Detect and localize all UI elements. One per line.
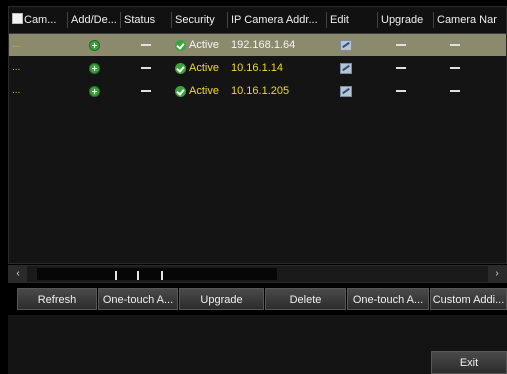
status-dash: [141, 67, 151, 70]
security-cell: Active: [172, 57, 227, 79]
security-cell: Active: [172, 80, 227, 102]
add-camera-icon[interactable]: [88, 85, 100, 97]
scroll-tick: [161, 271, 163, 280]
edit-icon[interactable]: [340, 62, 352, 74]
header-camera[interactable]: Cam...: [9, 7, 67, 33]
add-camera-icon[interactable]: [88, 62, 100, 74]
scroll-right-button[interactable]: ›: [488, 266, 506, 282]
upgrade-dash: [396, 67, 406, 70]
check-circle-icon: [175, 62, 186, 74]
scroll-tick: [115, 271, 117, 280]
horizontal-scrollbar[interactable]: ‹ ›: [8, 265, 507, 283]
ip-address-cell: 192.168.1.64: [231, 39, 296, 51]
camera-name-dash: [450, 67, 460, 70]
table-row[interactable]: ... Active 10.16.1.205: [9, 80, 506, 102]
header-edit[interactable]: Edit: [327, 7, 377, 33]
header-security[interactable]: Security: [172, 7, 227, 33]
table-row[interactable]: ... Active 10.16.1.14: [9, 57, 506, 79]
edit-icon[interactable]: [340, 85, 352, 97]
header-add-delete[interactable]: Add/De...: [68, 7, 120, 33]
upgrade-dash: [396, 44, 406, 47]
upgrade-button[interactable]: Upgrade: [179, 288, 264, 310]
upgrade-dash: [396, 90, 406, 93]
camera-cell: ...: [12, 39, 21, 50]
refresh-button[interactable]: Refresh: [17, 288, 97, 310]
custom-add-button[interactable]: Custom Addi...: [430, 288, 507, 310]
header-upgrade[interactable]: Upgrade: [378, 7, 433, 33]
select-all-checkbox[interactable]: [12, 13, 23, 24]
check-circle-icon: [175, 39, 186, 51]
check-circle-icon: [175, 85, 186, 97]
scroll-left-button[interactable]: ‹: [9, 266, 27, 282]
edit-icon[interactable]: [340, 39, 352, 51]
header-ip-address[interactable]: IP Camera Addr...: [228, 7, 326, 33]
header-camera-name[interactable]: Camera Nar: [434, 7, 506, 33]
ip-address-cell: 10.16.1.14: [231, 62, 283, 74]
camera-cell: ...: [12, 62, 21, 73]
camera-name-dash: [450, 90, 460, 93]
camera-cell: ...: [12, 85, 21, 96]
add-camera-icon[interactable]: [88, 39, 100, 51]
table-row[interactable]: ... Active 192.168.1.64: [9, 34, 506, 56]
delete-button[interactable]: Delete: [265, 288, 346, 310]
camera-table: Cam... Add/De... Status Security IP Came…: [8, 6, 507, 264]
table-header: Cam... Add/De... Status Security IP Came…: [9, 7, 506, 34]
scroll-tick: [137, 271, 139, 280]
scroll-track[interactable]: [37, 268, 277, 280]
camera-name-dash: [450, 44, 460, 47]
ip-address-cell: 10.16.1.205: [231, 85, 290, 97]
exit-button[interactable]: Exit: [431, 351, 507, 374]
header-status[interactable]: Status: [121, 7, 171, 33]
one-touch-activate-button[interactable]: One-touch A...: [98, 288, 178, 310]
one-touch-add-button[interactable]: One-touch A...: [347, 288, 429, 310]
security-cell: Active: [172, 34, 227, 56]
status-dash: [141, 44, 151, 47]
status-dash: [141, 90, 151, 93]
